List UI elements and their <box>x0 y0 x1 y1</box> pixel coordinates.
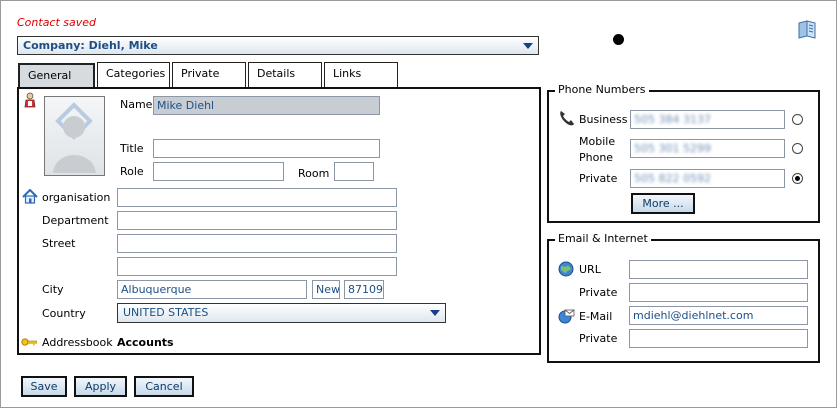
contact-photo[interactable] <box>44 96 105 176</box>
apply-button[interactable]: Apply <box>74 376 127 397</box>
url-private-label: Private <box>579 286 618 299</box>
chevron-down-icon <box>430 310 440 316</box>
loading-indicator <box>613 34 624 45</box>
name-input[interactable]: Mike Diehl <box>153 96 380 115</box>
street2-input[interactable] <box>117 257 397 276</box>
tab-label: Categories <box>106 67 166 80</box>
phone-numbers-legend: Phone Numbers <box>555 83 649 96</box>
tab-links[interactable]: Links <box>324 62 398 87</box>
zip-input[interactable]: 87109 <box>344 280 384 299</box>
person-icon <box>23 92 37 108</box>
chevron-down-icon <box>523 43 533 49</box>
url-input[interactable] <box>629 260 808 279</box>
title-input[interactable] <box>153 139 380 158</box>
save-button[interactable]: Save <box>21 376 67 397</box>
tab-label: General <box>28 69 72 82</box>
contact-edit-window: Contact saved Company: Diehl, Mike Gener… <box>0 0 837 408</box>
business-phone-value: 505 384 3137 <box>634 113 711 126</box>
mobile-phone-value: 505 301 5299 <box>634 142 711 155</box>
email-private-input[interactable] <box>629 329 808 348</box>
organisation-label: organisation <box>42 191 111 204</box>
email-label: E-Mail <box>579 310 613 323</box>
address-book-icon[interactable] <box>796 19 818 39</box>
mobile-label: Mobile <box>579 135 616 148</box>
department-label: Department <box>42 214 109 227</box>
city-label: City <box>42 283 64 296</box>
business-preferred-radio[interactable] <box>792 114 803 125</box>
room-label: Room <box>298 167 330 180</box>
phone-icon <box>558 109 576 127</box>
mobile-preferred-radio[interactable] <box>792 143 803 154</box>
private-phone-label: Private <box>579 172 618 185</box>
addressbook-value: Accounts <box>117 336 174 349</box>
tab-general[interactable]: General <box>18 63 95 87</box>
key-icon <box>21 337 38 347</box>
mobile-phone-input[interactable]: 505 301 5299 <box>630 139 785 158</box>
street-label: Street <box>42 237 76 250</box>
city-input[interactable]: Albuquerque <box>117 280 307 299</box>
role-input[interactable] <box>153 162 284 181</box>
role-label: Role <box>120 165 144 178</box>
business-label: Business <box>579 113 628 126</box>
home-icon <box>22 189 38 204</box>
cancel-button[interactable]: Cancel <box>134 376 194 397</box>
tab-details[interactable]: Details <box>248 62 322 87</box>
tab-label: Private <box>181 67 220 80</box>
url-private-input[interactable] <box>629 283 808 302</box>
private-preferred-radio[interactable] <box>792 173 803 184</box>
country-label: Country <box>42 307 86 320</box>
room-input[interactable] <box>334 162 374 181</box>
company-select[interactable]: Company: Diehl, Mike <box>17 36 539 55</box>
email-internet-legend: Email & Internet <box>555 232 651 245</box>
mobile-label-line2: Phone <box>579 151 614 164</box>
tab-label: Links <box>333 67 362 80</box>
state-input[interactable]: New <box>312 280 340 299</box>
tab-categories[interactable]: Categories <box>97 62 170 87</box>
email-icon <box>557 308 575 324</box>
title-label: Title <box>120 142 144 155</box>
url-label: URL <box>579 263 601 276</box>
name-label: Name <box>120 98 153 111</box>
addressbook-label: Addressbook <box>42 336 113 349</box>
company-select-value: Company: Diehl, Mike <box>23 39 158 52</box>
status-message: Contact saved <box>17 16 97 29</box>
email-private-label: Private <box>579 332 618 345</box>
email-input[interactable]: mdiehl@diehlnet.com <box>629 306 808 325</box>
tab-private[interactable]: Private <box>172 62 246 87</box>
organisation-input[interactable] <box>117 188 397 207</box>
more-phones-button[interactable]: More ... <box>631 193 695 214</box>
business-phone-input[interactable]: 505 384 3137 <box>630 110 785 129</box>
street-input[interactable] <box>117 234 397 253</box>
country-select[interactable]: UNITED STATES <box>117 303 446 323</box>
tab-label: Details <box>257 67 296 80</box>
globe-icon <box>558 261 574 277</box>
private-phone-value: 505 822 0592 <box>634 172 711 185</box>
country-select-value: UNITED STATES <box>123 306 209 319</box>
department-input[interactable] <box>117 211 397 230</box>
photo-placeholder-icon <box>53 102 96 173</box>
private-phone-input[interactable]: 505 822 0592 <box>630 169 785 188</box>
